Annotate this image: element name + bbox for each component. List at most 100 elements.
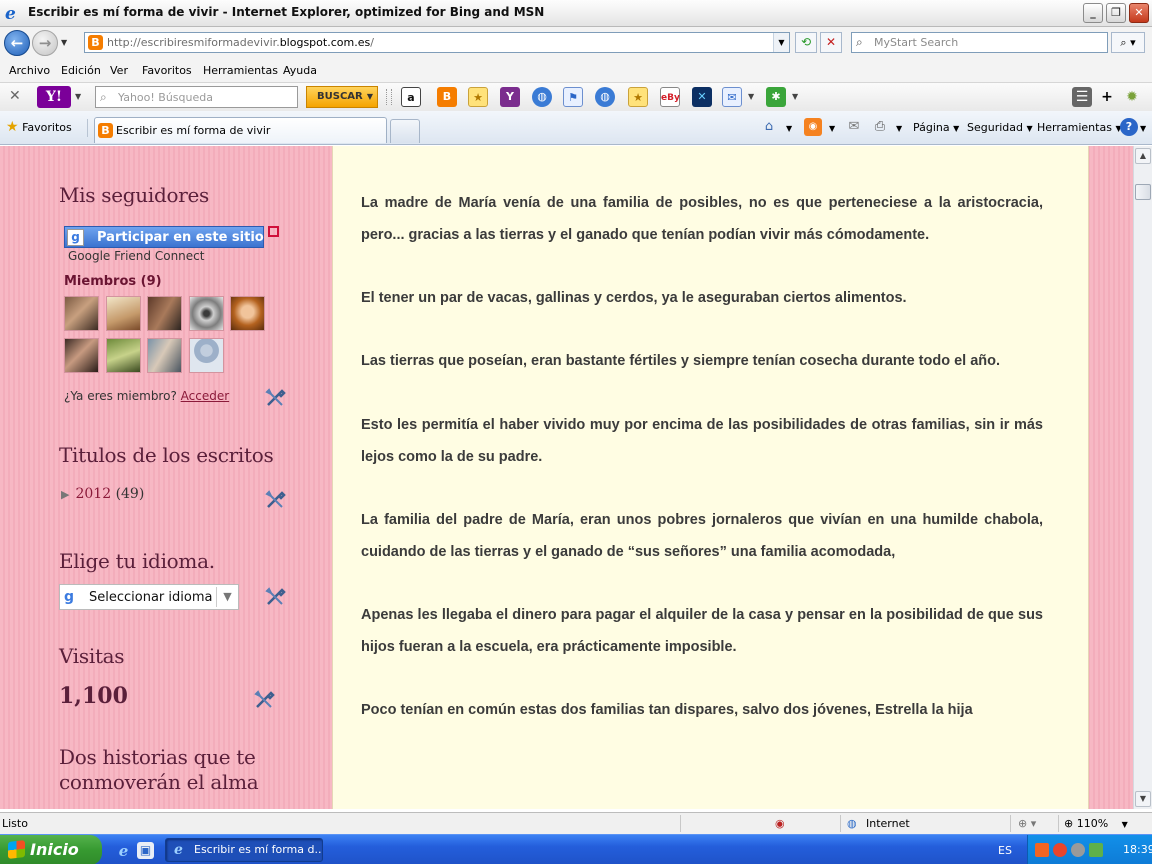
address-bar[interactable]: B http://escribiresmiformadevivir.blogsp… xyxy=(84,32,790,53)
url-text[interactable]: http://escribiresmiformadevivir.blogspot… xyxy=(107,36,374,49)
star-bookmark-icon[interactable]: ★ xyxy=(468,87,488,107)
tools-menu[interactable]: Herramientas ▼ xyxy=(1037,121,1122,134)
taskbar-item-ie[interactable]: e Escribir es mí forma d... xyxy=(165,838,323,862)
help-dropdown-icon[interactable]: ▼ xyxy=(1140,124,1146,133)
vertical-scrollbar[interactable]: ▲ ▼ xyxy=(1133,146,1152,809)
address-dropdown-icon[interactable]: ▼ xyxy=(773,33,789,52)
home-dropdown-icon[interactable]: ▼ xyxy=(786,124,792,133)
scroll-down-icon[interactable]: ▼ xyxy=(1135,791,1151,807)
avatar[interactable] xyxy=(230,296,265,331)
close-toolbar-icon[interactable]: ✕ xyxy=(9,88,21,104)
privacy-icon[interactable]: ◉ xyxy=(775,817,785,830)
mail-icon[interactable]: ✉ xyxy=(722,87,742,107)
globe-icon[interactable]: ◍ xyxy=(532,87,552,107)
show-desktop-icon[interactable]: ▣ xyxy=(137,842,154,859)
archive-year-item[interactable]: ▶ 2012 (49) xyxy=(61,486,144,502)
protected-mode-icon[interactable]: ⊕ ▾ xyxy=(1018,817,1036,830)
default-avatar-icon[interactable] xyxy=(189,338,224,373)
mail-dropdown-icon[interactable]: ▼ xyxy=(748,92,754,101)
yahoo-menu-dropdown-icon[interactable]: ▼ xyxy=(75,92,81,101)
archive-year[interactable]: 2012 xyxy=(75,486,111,502)
maps-pin-icon[interactable]: ⚑ xyxy=(563,87,583,107)
menu-ayuda[interactable]: Ayuda xyxy=(283,64,317,77)
read-mail-icon[interactable]: ✉ xyxy=(845,118,863,136)
favorites-button[interactable]: ★ Favoritos xyxy=(6,119,72,135)
stop-button[interactable]: ✕ xyxy=(820,32,842,53)
blogger-icon[interactable]: B xyxy=(437,87,457,107)
edit-widget-icon[interactable] xyxy=(264,489,286,511)
add-icon[interactable]: + xyxy=(1097,87,1117,107)
ie-quicklaunch-icon[interactable]: e xyxy=(115,842,132,860)
sign-in-link[interactable]: Acceder xyxy=(181,389,230,403)
forward-button[interactable]: → xyxy=(32,30,58,56)
print-icon[interactable]: ⎙ xyxy=(871,118,889,136)
zone-label: Internet xyxy=(866,817,910,830)
settings-gear-icon[interactable]: ✹ xyxy=(1122,87,1142,107)
scroll-up-icon[interactable]: ▲ xyxy=(1135,148,1151,164)
menu-herramientas[interactable]: Herramientas xyxy=(203,64,278,77)
page-menu[interactable]: Página ▼ xyxy=(913,121,959,134)
history-dropdown-icon[interactable]: ▼ xyxy=(61,38,67,47)
minimize-button[interactable]: _ xyxy=(1083,3,1103,23)
search-go-button[interactable]: ⌕ ▾ xyxy=(1111,32,1145,53)
expand-triangle-icon[interactable]: ▶ xyxy=(61,488,69,501)
apps-dropdown-icon[interactable]: ▼ xyxy=(792,92,798,101)
toolbar-grip[interactable] xyxy=(386,89,392,105)
home-icon[interactable]: ⌂ xyxy=(760,118,778,136)
new-tab-button[interactable] xyxy=(390,119,420,143)
avatar[interactable] xyxy=(189,296,224,331)
language-indicator[interactable]: ES xyxy=(998,844,1012,857)
menu-favoritos[interactable]: Favoritos xyxy=(142,64,192,77)
maximize-button[interactable]: ❐ xyxy=(1106,3,1126,23)
yahoo-logo-icon[interactable]: Y! xyxy=(37,86,71,108)
chevron-down-icon[interactable]: ▼ xyxy=(216,587,238,607)
menu-archivo[interactable]: Archivo xyxy=(9,64,50,77)
update-icon[interactable] xyxy=(1089,843,1103,857)
avatar[interactable] xyxy=(147,338,182,373)
network-icon[interactable] xyxy=(1071,843,1085,857)
avatar[interactable] xyxy=(64,296,99,331)
security-menu[interactable]: Seguridad ▼ xyxy=(967,121,1033,134)
system-tray: 18:39 xyxy=(1027,835,1152,864)
menu-edicion[interactable]: Edición xyxy=(61,64,101,77)
news-icon[interactable]: ✕ xyxy=(692,87,712,107)
avatar[interactable] xyxy=(147,296,182,331)
popup-window-icon[interactable] xyxy=(268,226,279,237)
avatar[interactable] xyxy=(64,338,99,373)
ebay-icon[interactable]: eBy xyxy=(660,87,680,107)
refresh-button[interactable]: ⟲ xyxy=(795,32,817,53)
globe-icon[interactable]: ◍ xyxy=(595,87,615,107)
edit-widget-icon[interactable] xyxy=(264,586,286,608)
avatar[interactable] xyxy=(106,296,141,331)
amazon-icon[interactable]: a xyxy=(401,87,421,107)
visits-heading: Visitas xyxy=(59,644,125,668)
antivirus-icon[interactable] xyxy=(1053,843,1067,857)
avatar[interactable] xyxy=(106,338,141,373)
join-site-button[interactable]: g Participar en este sitio xyxy=(64,226,264,248)
add-app-icon[interactable]: ✱ xyxy=(766,87,786,107)
language-select[interactable]: g Seleccionar idioma ▼ xyxy=(59,584,239,610)
status-text: Listo xyxy=(2,817,28,830)
search-box[interactable]: ⌕ MyStart Search xyxy=(851,32,1108,53)
print-dropdown-icon[interactable]: ▼ xyxy=(896,124,902,133)
zoom-control[interactable]: ⊕ 110% ▼ xyxy=(1064,817,1128,830)
start-label: Inicio xyxy=(30,840,79,859)
edit-widget-icon[interactable] xyxy=(253,689,275,711)
back-button[interactable]: ← xyxy=(4,30,30,56)
rss-feed-icon[interactable]: ◉ xyxy=(804,118,822,136)
yahoo-answers-icon[interactable]: Y xyxy=(500,87,520,107)
close-button[interactable]: ✕ xyxy=(1129,3,1149,23)
yahoo-search-button[interactable]: BUSCAR ▼ xyxy=(306,86,378,108)
menu-ver[interactable]: Ver xyxy=(110,64,128,77)
edit-widget-icon[interactable] xyxy=(264,387,286,409)
tab-active[interactable]: B Escribir es mí forma de vivir xyxy=(94,117,387,143)
scroll-thumb[interactable] xyxy=(1135,184,1151,200)
star-bookmark-icon[interactable]: ★ xyxy=(628,87,648,107)
help-icon[interactable]: ? xyxy=(1120,118,1138,136)
feed-dropdown-icon[interactable]: ▼ xyxy=(829,124,835,133)
list-menu-icon[interactable]: ☰ xyxy=(1072,87,1092,107)
yahoo-search-input[interactable]: ⌕ Yahoo! Búsqueda xyxy=(95,86,298,108)
start-button[interactable]: Inicio xyxy=(0,835,102,864)
speaker-icon[interactable] xyxy=(1035,843,1049,857)
google-friend-connect-icon: g xyxy=(67,229,84,246)
